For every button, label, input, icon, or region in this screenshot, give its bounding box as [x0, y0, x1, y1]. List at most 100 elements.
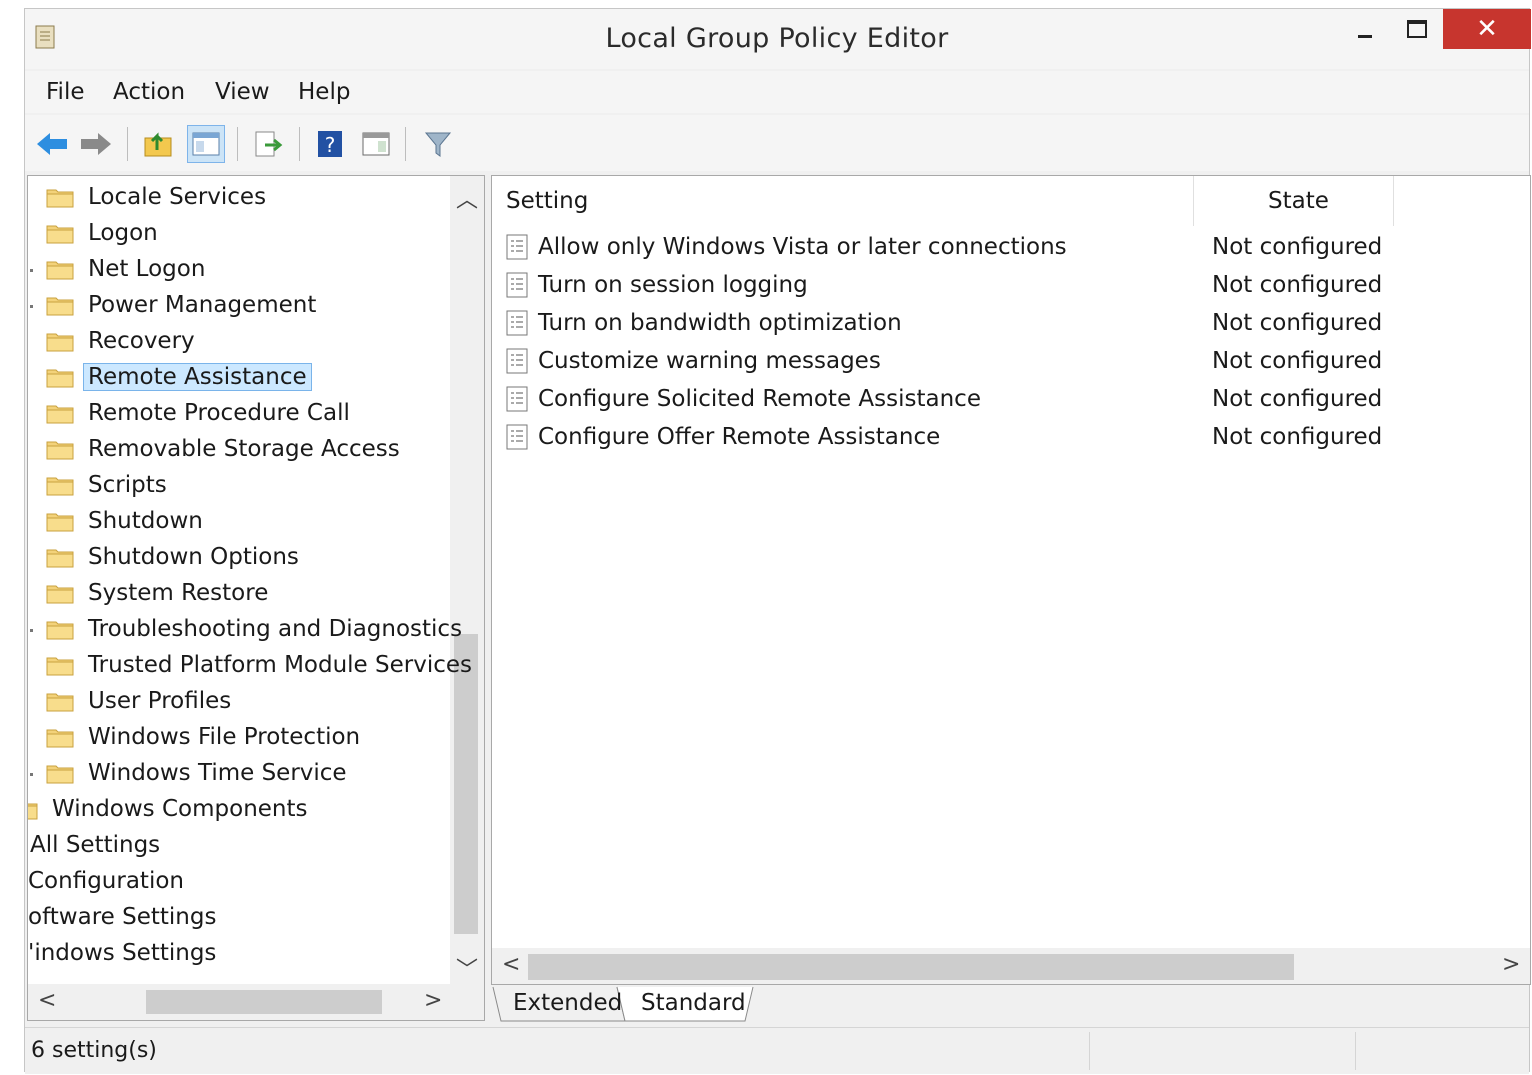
tree-expander-dot[interactable] — [30, 269, 33, 272]
tree-item-label: Remote Assistance — [83, 363, 312, 391]
tree-item[interactable]: Power Management — [46, 288, 316, 322]
help-icon: ? — [318, 131, 342, 157]
tree-horizontal-scrollbar[interactable]: < > — [28, 984, 484, 1020]
tree-item-label: Windows Components — [52, 796, 308, 822]
table-row[interactable]: Turn on bandwidth optimization Not config… — [492, 304, 1530, 342]
folder-icon — [46, 762, 74, 784]
folder-icon — [46, 330, 74, 352]
scroll-up-icon[interactable]: ︿ — [456, 182, 478, 214]
tree-item[interactable]: Logon — [46, 216, 158, 250]
tree-item[interactable]: Shutdown Options — [46, 540, 299, 574]
folder-icon — [46, 510, 74, 532]
tree-item[interactable]: Configuration — [28, 864, 184, 898]
policy-setting-icon — [506, 348, 528, 374]
window-title: Local Group Policy Editor — [605, 23, 949, 54]
folder-icon — [46, 402, 74, 424]
folder-icon — [46, 582, 74, 604]
close-icon: ✕ — [1476, 14, 1498, 44]
folder-icon — [46, 222, 74, 244]
tree-item-label: Windows Time Service — [88, 760, 347, 786]
filter-button[interactable] — [419, 125, 457, 163]
setting-name: Turn on session logging — [538, 272, 808, 298]
maximize-button[interactable] — [1397, 9, 1437, 49]
folder-icon — [46, 654, 74, 676]
console-tree[interactable]: ︿ ﹀ < > Locale Services Logon Net Logon Pow… — [27, 175, 485, 1021]
filter-icon — [424, 132, 452, 157]
folder-icon — [46, 726, 74, 748]
table-row[interactable]: Configure Solicited Remote Assistance Not… — [492, 380, 1530, 418]
properties-view-button[interactable] — [357, 125, 395, 163]
tree-item[interactable]: Remote Procedure Call — [46, 396, 350, 430]
tree-item[interactable]: Recovery — [46, 324, 195, 358]
tree-item[interactable]: oftware Settings — [28, 900, 216, 934]
list-scroll-left-icon[interactable]: < — [502, 952, 520, 977]
list-horizontal-scrollbar[interactable]: < > — [492, 948, 1530, 984]
folder-icon — [28, 798, 38, 820]
tree-item[interactable]: 'indows Settings — [28, 936, 216, 970]
back-arrow-icon — [37, 133, 67, 155]
tree-horizontal-scroll-thumb[interactable] — [146, 990, 382, 1014]
settings-list[interactable]: Setting State < > Allow only Windows Vis… — [491, 175, 1531, 985]
tree-item[interactable]: Windows Components — [28, 792, 308, 826]
tree-item-label: Recovery — [88, 328, 195, 354]
close-button[interactable]: ✕ — [1443, 9, 1531, 49]
tree-item[interactable]: Windows Time Service — [46, 756, 347, 790]
tree-expander-dot[interactable] — [30, 305, 33, 308]
tree-item[interactable]: Trusted Platform Module Services — [46, 648, 472, 682]
tree-vertical-scrollbar[interactable]: ︿ ﹀ — [450, 176, 484, 986]
tree-item-label: Configuration — [28, 868, 184, 894]
tree-item[interactable]: Remote Assistance — [46, 360, 312, 394]
svg-text:?: ? — [325, 133, 336, 157]
tree-item[interactable]: Scripts — [46, 468, 167, 502]
scroll-left-icon[interactable]: < — [38, 988, 56, 1013]
tree-expander-dot[interactable] — [30, 773, 33, 776]
menu-bar: File Action View Help — [25, 71, 1529, 113]
status-bar: 6 setting(s) — [25, 1027, 1529, 1074]
column-header-setting[interactable]: Setting — [506, 176, 588, 226]
tree-item-label: User Profiles — [88, 688, 232, 714]
folder-icon — [46, 618, 74, 640]
tree-expander-dot[interactable] — [30, 629, 33, 632]
tab-standard[interactable]: Standard — [631, 985, 756, 1021]
table-row[interactable]: Customize warning messages Not configured — [492, 342, 1530, 380]
menu-action[interactable]: Action — [113, 79, 185, 105]
menu-file[interactable]: File — [46, 79, 85, 105]
properties-icon — [362, 132, 390, 156]
tree-item-label: All Settings — [30, 832, 161, 858]
folder-icon — [46, 186, 74, 208]
table-row[interactable]: Configure Offer Remote Assistance Not con… — [492, 418, 1530, 456]
tree-item[interactable]: Windows File Protection — [46, 720, 360, 754]
tree-item-label: Net Logon — [88, 256, 206, 282]
list-scroll-right-icon[interactable]: > — [1502, 952, 1520, 977]
setting-name: Customize warning messages — [538, 348, 881, 374]
menu-view[interactable]: View — [215, 79, 270, 105]
policy-setting-icon — [506, 310, 528, 336]
setting-name: Allow only Windows Vista or later connec… — [538, 234, 1067, 260]
scroll-down-icon[interactable]: ﹀ — [456, 952, 478, 984]
minimize-button[interactable] — [1345, 9, 1385, 49]
tree-item[interactable]: System Restore — [46, 576, 268, 610]
table-row[interactable]: Turn on session logging Not configured — [492, 266, 1530, 304]
export-list-button[interactable] — [249, 125, 287, 163]
back-button[interactable] — [33, 125, 71, 163]
table-row[interactable]: Allow only Windows Vista or later connec… — [492, 228, 1530, 266]
tree-item[interactable]: Locale Services — [46, 180, 266, 214]
column-header-state[interactable]: State — [1268, 176, 1329, 226]
scroll-right-icon[interactable]: > — [424, 988, 442, 1013]
menu-help[interactable]: Help — [298, 79, 350, 105]
tree-item-label: System Restore — [88, 580, 269, 606]
forward-button[interactable] — [77, 125, 115, 163]
tree-item[interactable]: Shutdown — [46, 504, 203, 538]
tree-item[interactable]: User Profiles — [46, 684, 231, 718]
tree-item-label: Scripts — [88, 472, 167, 498]
up-folder-button[interactable] — [139, 125, 177, 163]
tree-item[interactable]: All Settings — [28, 828, 161, 862]
show-hide-tree-button[interactable] — [187, 125, 225, 163]
list-horizontal-scroll-thumb[interactable] — [528, 954, 1294, 980]
tree-item[interactable]: Troubleshooting and Diagnostics — [46, 612, 462, 646]
help-button[interactable]: ? — [311, 125, 349, 163]
tab-extended[interactable]: Extended — [503, 985, 632, 1021]
tree-item[interactable]: Removable Storage Access — [46, 432, 400, 466]
tree-item[interactable]: Net Logon — [46, 252, 205, 286]
setting-state: Not configured — [1212, 348, 1383, 374]
